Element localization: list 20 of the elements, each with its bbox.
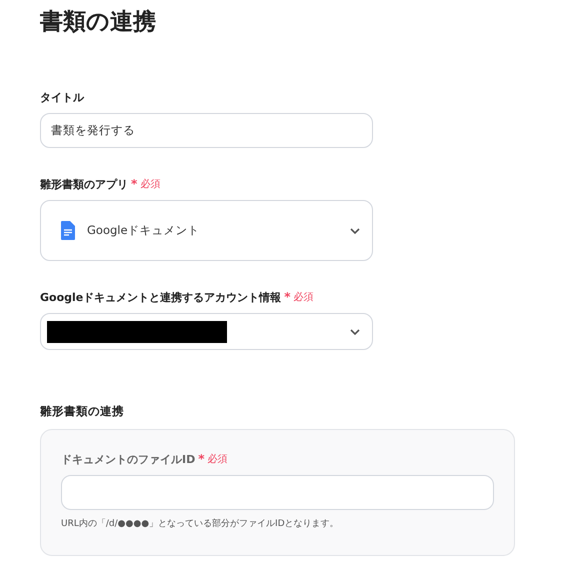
field-label: 雛形書類のアプリ	[40, 176, 128, 192]
required-asterisk: *	[198, 452, 205, 466]
section-title: 雛形書類の連携	[40, 403, 125, 419]
required-asterisk: *	[284, 290, 291, 304]
required-label: 必須	[140, 178, 160, 191]
select-field[interactable]	[40, 313, 373, 350]
field-label: Googleドキュメントと連携するアカウント情報	[40, 290, 282, 304]
required-asterisk: *	[131, 177, 138, 191]
page-title: 書類の連携	[40, 8, 157, 37]
required-label: 必須	[294, 290, 314, 304]
required-label: 必須	[208, 452, 228, 466]
text-field[interactable]	[61, 475, 494, 510]
field-label: タイトル	[40, 90, 84, 104]
hint-text: URL内の「/d/●●●●」となっている部分がファイルIDとなります。	[61, 518, 340, 530]
document-icon	[61, 221, 75, 240]
chevron-down-icon	[350, 328, 360, 334]
chevron-down-icon	[350, 228, 360, 234]
text-field[interactable]: 書類を発行する	[40, 113, 373, 148]
select-field[interactable]: Googleドキュメント	[40, 200, 373, 261]
field-label: ドキュメントのファイルID	[61, 452, 196, 466]
